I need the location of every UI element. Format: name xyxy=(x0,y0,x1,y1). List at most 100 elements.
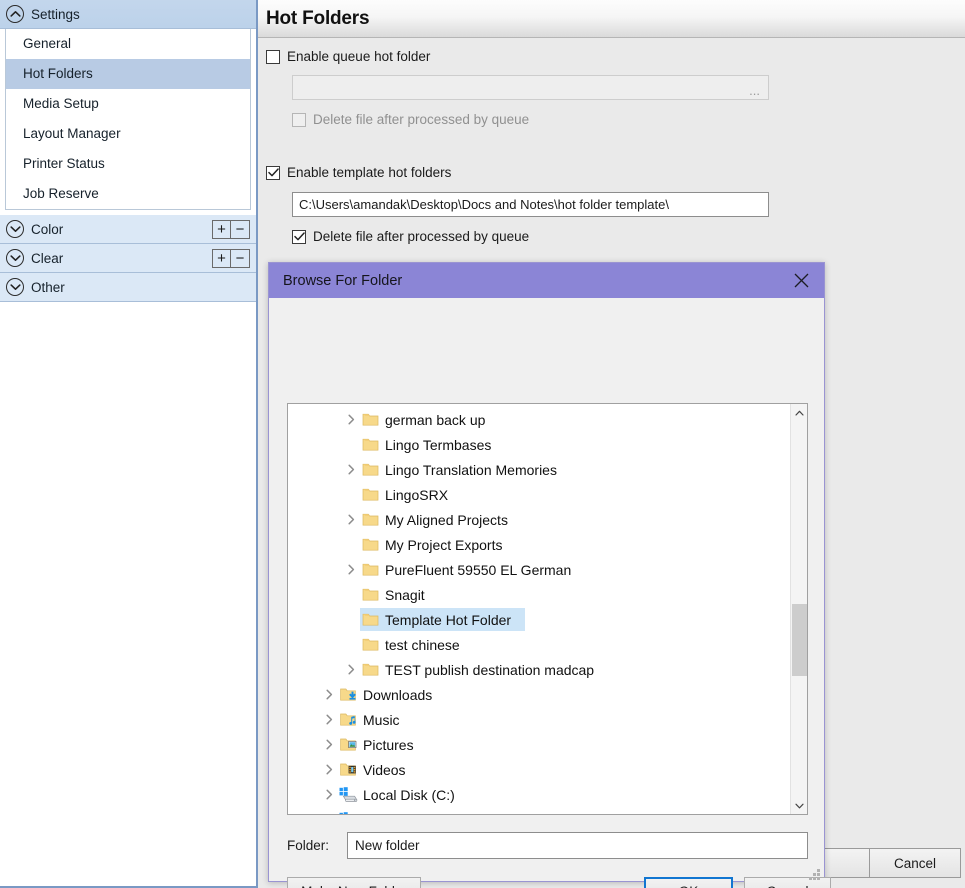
queue-delete-file-checkbox[interactable] xyxy=(292,112,306,127)
folder-icon xyxy=(360,662,381,677)
sidebar-item-media-setup[interactable]: Media Setup xyxy=(6,89,250,119)
scrollbar-thumb[interactable] xyxy=(792,604,807,676)
sidebar-item-job-reserve[interactable]: Job Reserve xyxy=(6,179,250,209)
tree-item-label: My Aligned Projects xyxy=(385,511,508,528)
folder-tree-list: german back up Lingo Termbases Lingo Trans… xyxy=(288,404,790,814)
template-hot-folder-path-input[interactable]: C:\Users\amandak\Desktop\Docs and Notes\… xyxy=(292,192,769,217)
tree-item-content: My Aligned Projects xyxy=(360,508,522,531)
tree-item[interactable]: CADLINK (D:) xyxy=(288,807,790,814)
enable-queue-hot-folder-checkbox[interactable] xyxy=(266,49,280,64)
sidebar-item-hot-folders[interactable]: Hot Folders xyxy=(6,59,250,89)
tree-item[interactable]: Music xyxy=(288,707,790,732)
sidebar-item-printer-status[interactable]: Printer Status xyxy=(6,149,250,179)
tree-item[interactable]: german back up xyxy=(288,407,790,432)
folder-icon xyxy=(360,637,381,652)
tree-item-label: LingoSRX xyxy=(385,486,449,503)
chevron-right-icon[interactable] xyxy=(342,564,360,575)
chevron-down-icon[interactable] xyxy=(791,797,807,814)
tree-item[interactable]: PureFluent 59550 EL German xyxy=(288,557,790,582)
tree-item[interactable]: Lingo Translation Memories xyxy=(288,457,790,482)
sidebar-group-clear[interactable]: Clear + − xyxy=(0,244,256,273)
sidebar-group-color[interactable]: Color + − xyxy=(0,215,256,244)
chevron-right-icon[interactable] xyxy=(342,664,360,675)
tree-item[interactable]: Lingo Termbases xyxy=(288,432,790,457)
tree-item[interactable]: LingoSRX xyxy=(288,482,790,507)
chevron-right-icon[interactable] xyxy=(320,739,338,750)
resize-grip-icon[interactable] xyxy=(809,869,820,880)
add-clear-button[interactable]: + xyxy=(212,249,231,268)
tree-item-label: My Project Exports xyxy=(385,536,503,553)
page-header: Hot Folders xyxy=(258,0,965,38)
chevron-right-icon[interactable] xyxy=(320,764,338,775)
chevron-up-icon[interactable] xyxy=(791,404,807,421)
sidebar-item-label: Printer Status xyxy=(23,156,105,171)
ok-button[interactable]: OK xyxy=(644,877,733,888)
tree-item[interactable]: TEST publish destination madcap xyxy=(288,657,790,682)
tree-item[interactable]: Videos xyxy=(288,757,790,782)
folder-name-input[interactable]: New folder xyxy=(347,832,808,859)
sidebar-item-layout-manager[interactable]: Layout Manager xyxy=(6,119,250,149)
folder-icon xyxy=(360,512,381,527)
settings-sidebar: Settings General Hot Folders Media Setup… xyxy=(0,0,258,888)
cancel-button-label: Cancel xyxy=(893,855,937,871)
cancel-button[interactable]: Cancel xyxy=(869,848,961,878)
chevron-right-icon[interactable] xyxy=(342,464,360,475)
tree-item-content: Music xyxy=(338,708,414,731)
tree-item-content: test chinese xyxy=(360,633,474,656)
close-icon[interactable] xyxy=(778,263,824,298)
tree-item[interactable]: Pictures xyxy=(288,732,790,757)
downloads-folder-icon xyxy=(338,687,359,702)
tree-item-content: Lingo Termbases xyxy=(360,433,505,456)
folder-icon xyxy=(360,537,381,552)
tree-item[interactable]: Snagit xyxy=(288,582,790,607)
tree-item-label: Local Disk (C:) xyxy=(363,786,455,803)
template-hot-folder-path-value: C:\Users\amandak\Desktop\Docs and Notes\… xyxy=(299,197,669,212)
queue-delete-file-row[interactable]: Delete file after processed by queue xyxy=(292,112,965,127)
folder-tree[interactable]: german back up Lingo Termbases Lingo Trans… xyxy=(287,403,808,815)
folder-tree-scrollbar[interactable] xyxy=(790,404,807,814)
tree-item-label: Videos xyxy=(363,761,406,778)
add-color-button[interactable]: + xyxy=(212,220,231,239)
folder-name-value: New folder xyxy=(355,838,420,853)
template-delete-file-label: Delete file after processed by queue xyxy=(313,229,530,244)
chevron-right-icon[interactable] xyxy=(342,514,360,525)
music-folder-icon xyxy=(338,712,359,727)
hard-drive-icon xyxy=(338,812,359,814)
chevron-down-circle-icon xyxy=(6,278,24,296)
sidebar-item-general[interactable]: General xyxy=(6,29,250,59)
enable-template-hot-folders-row[interactable]: Enable template hot folders xyxy=(266,165,965,180)
template-delete-file-checkbox[interactable] xyxy=(292,229,306,244)
enable-queue-hot-folder-row[interactable]: Enable queue hot folder xyxy=(266,49,965,64)
remove-clear-button[interactable]: − xyxy=(231,249,250,268)
template-delete-file-row[interactable]: Delete file after processed by queue xyxy=(292,229,965,244)
queue-browse-ellipsis-icon[interactable]: ... xyxy=(749,84,760,97)
tree-item-label: Lingo Translation Memories xyxy=(385,461,557,478)
tree-item[interactable]: test chinese xyxy=(288,632,790,657)
tree-item[interactable]: My Project Exports xyxy=(288,532,790,557)
enable-template-hot-folders-checkbox[interactable] xyxy=(266,165,280,180)
dialog-title-bar[interactable]: Browse For Folder xyxy=(269,263,824,298)
tree-item-content: PureFluent 59550 EL German xyxy=(360,558,585,581)
tree-item[interactable]: My Aligned Projects xyxy=(288,507,790,532)
tree-item[interactable]: Template Hot Folder xyxy=(288,607,790,632)
tree-item-label: TEST publish destination madcap xyxy=(385,661,595,678)
chevron-down-circle-icon xyxy=(6,220,24,238)
tree-item[interactable]: Downloads xyxy=(288,682,790,707)
make-new-folder-button[interactable]: Make New Folder xyxy=(287,877,421,888)
sidebar-group-other[interactable]: Other xyxy=(0,273,256,302)
chevron-right-icon[interactable] xyxy=(320,714,338,725)
settings-item-list: General Hot Folders Media Setup Layout M… xyxy=(5,29,251,210)
chevron-right-icon[interactable] xyxy=(342,414,360,425)
remove-color-button[interactable]: − xyxy=(231,220,250,239)
chevron-down-circle-icon xyxy=(6,249,24,267)
tree-item[interactable]: Local Disk (C:) xyxy=(288,782,790,807)
sidebar-group-settings[interactable]: Settings xyxy=(0,0,256,29)
chevron-right-icon[interactable] xyxy=(320,689,338,700)
chevron-right-icon[interactable] xyxy=(320,789,338,800)
tree-item-label: Pictures xyxy=(363,736,414,753)
folder-icon xyxy=(360,587,381,602)
sidebar-item-label: General xyxy=(23,36,72,51)
videos-folder-icon xyxy=(338,762,359,777)
queue-hot-folder-path-input[interactable]: ... xyxy=(292,75,769,100)
tree-item-label: Downloads xyxy=(363,686,433,703)
